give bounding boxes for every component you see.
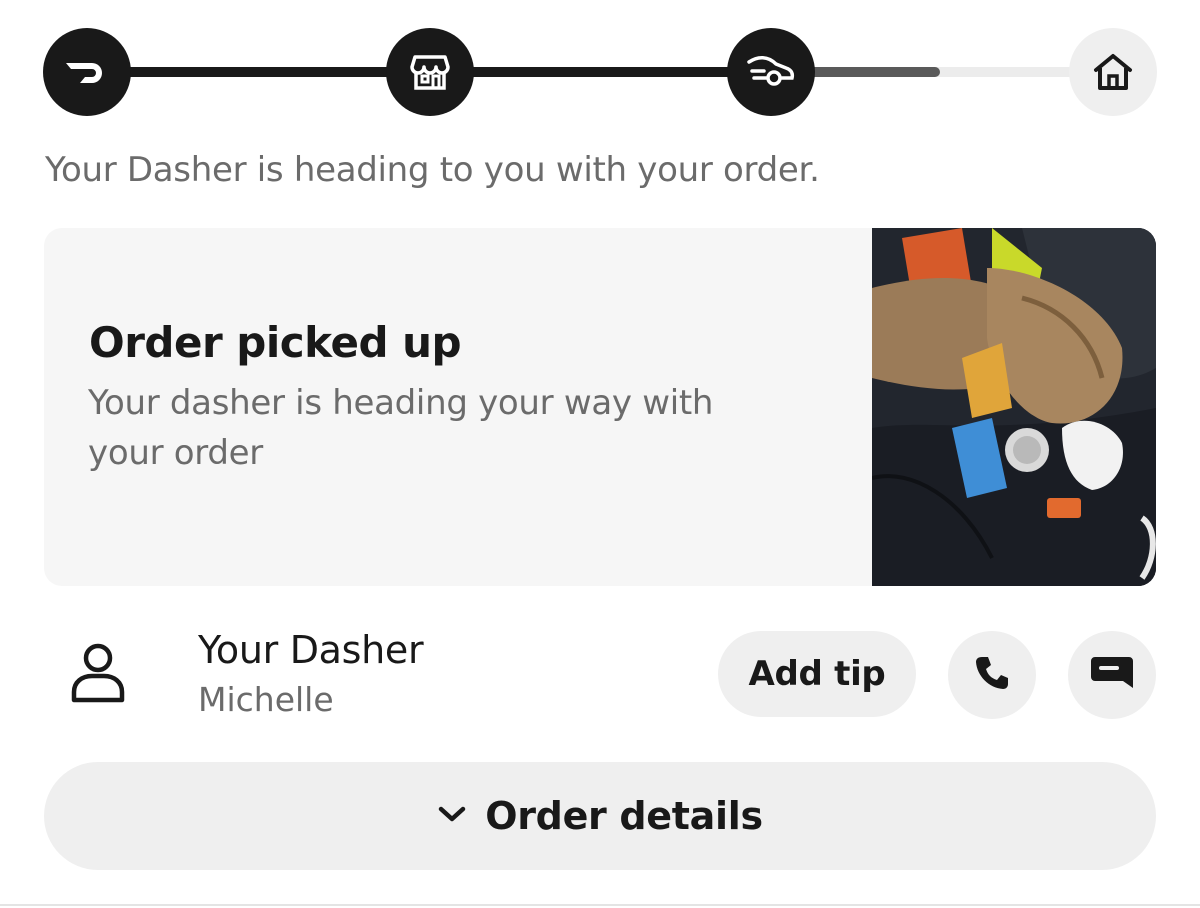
order-status-card: Order picked up Your dasher is heading y… [44, 228, 1156, 586]
progress-segment-completed [86, 67, 431, 77]
order-status-title: Order picked up [89, 318, 462, 367]
dasher-label: Your Dasher [198, 628, 424, 672]
chevron-down-icon [437, 804, 467, 828]
add-tip-button[interactable]: Add tip [718, 631, 916, 717]
person-icon [70, 642, 126, 710]
delivery-status-message: Your Dasher is heading to you with your … [45, 150, 820, 190]
store-icon [410, 53, 450, 91]
home-icon [1092, 52, 1134, 92]
order-status-subtitle: Your dasher is heading your way with you… [88, 383, 714, 473]
order-photo[interactable] [872, 228, 1156, 586]
chat-icon [1089, 654, 1135, 696]
progress-step-delivered [1069, 28, 1157, 116]
message-dasher-button[interactable] [1068, 631, 1156, 719]
order-details-label: Order details [485, 794, 763, 838]
order-details-toggle[interactable]: Order details [44, 762, 1156, 870]
order-tracking-screen: Your Dasher is heading to you with your … [0, 0, 1200, 908]
progress-segment-completed [428, 67, 773, 77]
doordash-logo-icon [64, 57, 110, 87]
progress-step-on-the-way [727, 28, 815, 116]
call-dasher-button[interactable] [948, 631, 1036, 719]
divider [0, 904, 1200, 906]
phone-icon [973, 654, 1011, 696]
progress-step-store [386, 28, 474, 116]
progress-step-ordered [43, 28, 131, 116]
dasher-name: Michelle [198, 680, 334, 719]
delivery-progress-tracker [0, 0, 1200, 140]
car-icon [746, 54, 796, 90]
